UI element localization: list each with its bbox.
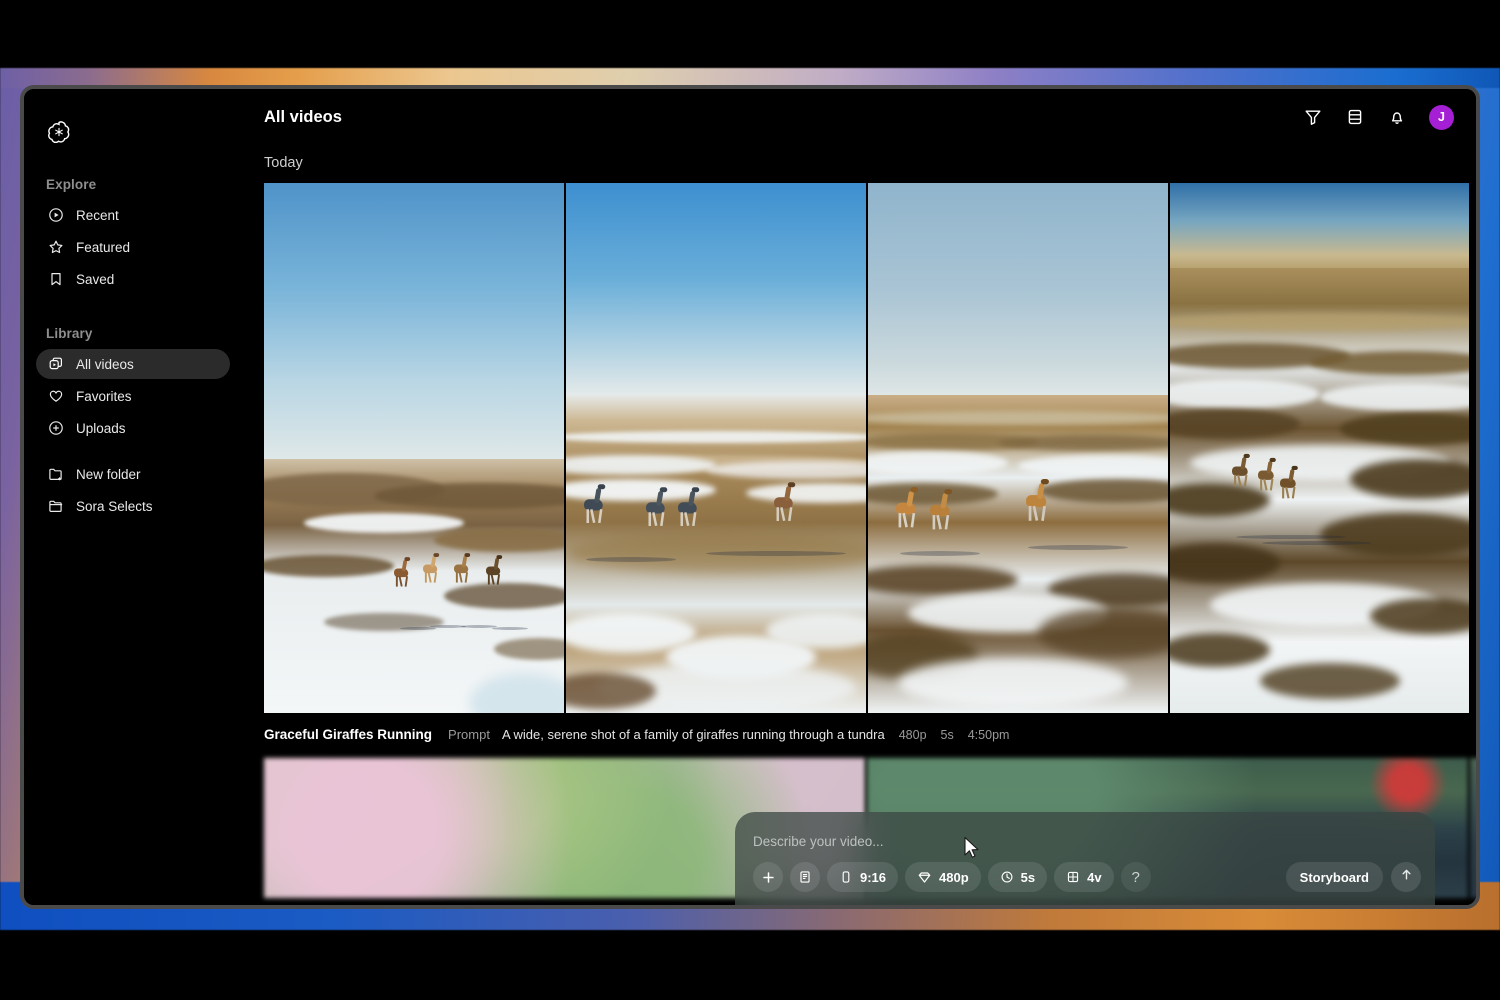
date-group-label: Today — [264, 155, 303, 171]
storyboard-label: Storyboard — [1299, 869, 1369, 885]
play-circle-icon — [48, 207, 64, 223]
main-content: All videos J Today Graceful Giraffes Run… — [242, 89, 1476, 905]
avatar-initial: J — [1438, 110, 1445, 124]
sky-layer — [868, 183, 1168, 395]
composer-actions: Storyboard — [1285, 862, 1421, 892]
video-library: Today Graceful Giraffes Running Prompt A… — [242, 155, 1476, 898]
layers-icon[interactable] — [1345, 107, 1365, 127]
aspect-ratio-button[interactable]: 9:16 — [827, 862, 899, 892]
sidebar-item-recent[interactable]: Recent — [36, 200, 230, 230]
folder-plus-icon — [48, 466, 64, 482]
video-thumbnail-3[interactable] — [868, 183, 1168, 713]
help-button[interactable]: ? — [1120, 862, 1151, 892]
sidebar-item-label: Sora Selects — [76, 498, 153, 514]
variations-button[interactable]: 4v — [1054, 862, 1114, 892]
composer-toolbar: 9:16 480p 5s 4v ? Storyboard — [753, 862, 1421, 892]
sidebar-item-new-folder[interactable]: New folder — [36, 459, 230, 489]
sidebar-item-saved[interactable]: Saved — [36, 264, 230, 294]
sidebar-item-featured[interactable]: Featured — [36, 232, 230, 262]
variations-label: 4v — [1087, 869, 1102, 885]
prompt-input[interactable] — [753, 830, 1421, 852]
sidebar-divider — [24, 443, 242, 459]
video-timestamp: 4:50pm — [967, 728, 1010, 742]
card-icon — [798, 870, 812, 884]
desktop-background: Explore Recent Featured Saved Library Al… — [0, 0, 1500, 1000]
page-title: All videos — [264, 107, 342, 126]
resolution-label: 480p — [939, 869, 969, 885]
question-icon: ? — [1131, 868, 1140, 886]
sidebar-group-explore: Recent Featured Saved — [24, 200, 242, 294]
send-button[interactable] — [1391, 862, 1421, 892]
openai-logo-icon[interactable] — [46, 119, 72, 145]
sidebar-item-sora-selects[interactable]: Sora Selects — [36, 491, 230, 521]
phone-icon — [839, 870, 853, 884]
filter-icon[interactable] — [1303, 107, 1323, 127]
folder-icon — [48, 498, 64, 514]
sidebar-item-label: All videos — [76, 356, 134, 372]
sky-layer — [1170, 183, 1469, 268]
sidebar-item-favorites[interactable]: Favorites — [36, 381, 230, 411]
resolution-button[interactable]: 480p — [905, 862, 981, 892]
notifications-icon[interactable] — [1387, 107, 1407, 127]
sky-layer — [566, 183, 866, 395]
videos-stack-icon — [48, 356, 64, 372]
sidebar-item-label: Recent — [76, 207, 119, 223]
video-thumbnail-1[interactable] — [264, 183, 564, 713]
sidebar-item-all-videos[interactable]: All videos — [36, 349, 230, 379]
sidebar-item-label: Featured — [76, 239, 131, 255]
sidebar: Explore Recent Featured Saved Library Al… — [24, 89, 242, 905]
duration-button[interactable]: 5s — [987, 862, 1048, 892]
sidebar-item-label: Uploads — [76, 420, 126, 436]
sidebar-item-uploads[interactable]: Uploads — [36, 413, 230, 443]
video-title[interactable]: Graceful Giraffes Running — [264, 727, 432, 742]
video-thumbnail-4[interactable] — [1170, 183, 1469, 713]
clock-icon — [1000, 870, 1014, 884]
add-button[interactable] — [753, 862, 783, 892]
sidebar-group-library: All videos Favorites Uploads — [24, 349, 242, 443]
prompt-text: A wide, serene shot of a family of giraf… — [501, 727, 885, 742]
sidebar-item-label: Favorites — [76, 388, 132, 404]
heart-icon — [48, 388, 64, 404]
video-frames-row — [264, 183, 1469, 713]
bookmark-icon — [48, 271, 64, 287]
sidebar-section-library: Library — [46, 326, 93, 341]
grid-icon — [1066, 870, 1080, 884]
plus-icon — [761, 870, 776, 885]
video-thumbnail-2[interactable] — [566, 183, 866, 713]
video-thumbnail-7[interactable] — [1470, 758, 1476, 898]
video-duration: 5s — [940, 728, 954, 742]
presets-button[interactable] — [790, 862, 820, 892]
storyboard-button[interactable]: Storyboard — [1285, 862, 1383, 892]
sidebar-item-label: Saved — [76, 271, 115, 287]
top-bar: All videos J — [242, 89, 1476, 145]
app-window: Explore Recent Featured Saved Library Al… — [20, 85, 1480, 909]
sidebar-section-explore: Explore — [46, 177, 97, 192]
sidebar-item-label: New folder — [76, 466, 141, 482]
avatar[interactable]: J — [1429, 104, 1454, 130]
aspect-ratio-label: 9:16 — [860, 869, 887, 885]
video-meta-row: Graceful Giraffes Running Prompt A wide,… — [264, 713, 1454, 742]
sky-layer — [264, 183, 564, 459]
top-bar-actions: J — [1303, 104, 1454, 130]
sidebar-group-folders: New folder Sora Selects — [24, 459, 242, 521]
prompt-label: Prompt — [448, 727, 490, 742]
duration-label: 5s — [1020, 869, 1036, 885]
plus-circle-icon — [48, 420, 64, 436]
star-icon — [48, 239, 64, 255]
arrow-up-icon — [1399, 867, 1414, 887]
diamond-icon — [917, 870, 932, 885]
prompt-composer: 9:16 480p — [735, 812, 1435, 905]
video-resolution: 480p — [898, 728, 927, 742]
